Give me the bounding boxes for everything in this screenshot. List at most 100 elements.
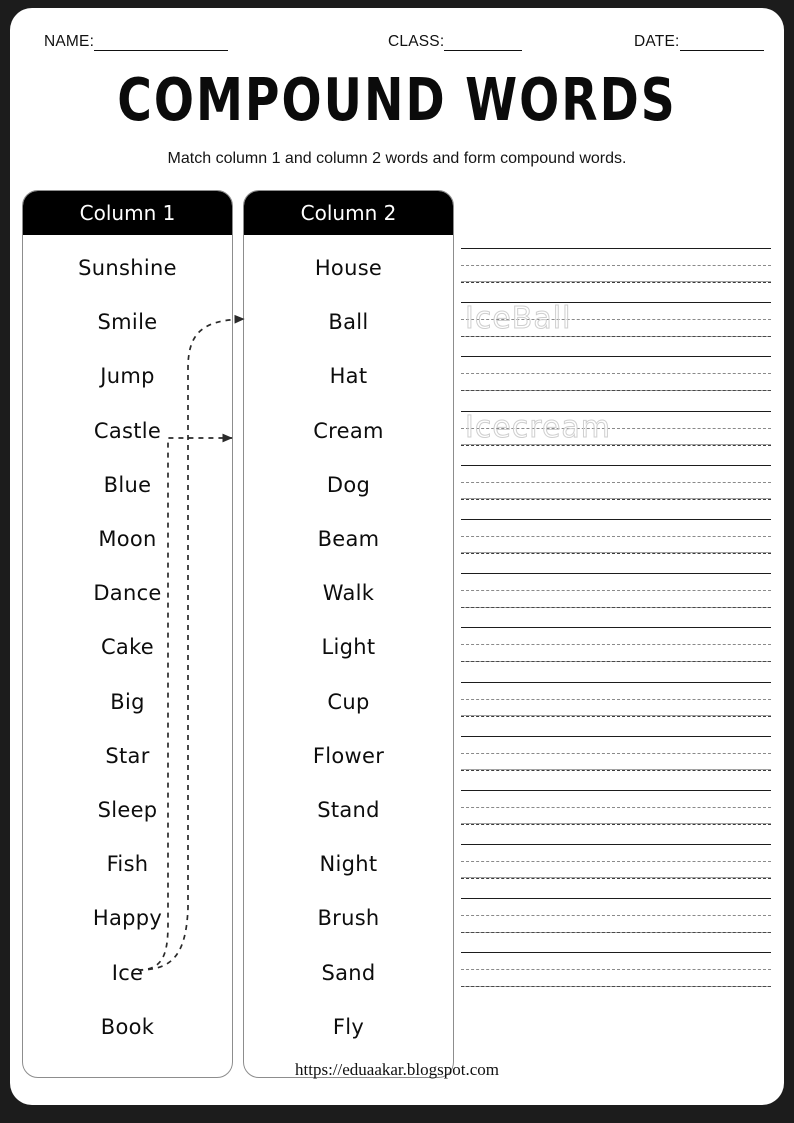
rule-bot — [461, 389, 771, 392]
rule-mid — [461, 698, 771, 700]
column-1-word[interactable]: Ice — [23, 945, 232, 999]
class-field[interactable]: CLASS: — [388, 33, 523, 51]
rule-mid — [461, 373, 771, 375]
rule-mid — [461, 644, 771, 646]
rule-top — [461, 735, 771, 737]
worksheet-frame: NAME: CLASS: DATE: COMPOUND WORDS Match … — [0, 0, 794, 1123]
column-2-word[interactable]: House — [244, 241, 453, 295]
answer-line-group[interactable]: IceBall — [461, 301, 771, 356]
answer-line-group[interactable] — [461, 789, 771, 844]
rule-top — [461, 356, 771, 358]
student-info-row: NAME: CLASS: DATE: — [32, 30, 772, 58]
rule-top — [461, 844, 771, 846]
rule-bot — [461, 985, 771, 988]
column-2-word[interactable]: Cream — [244, 404, 453, 458]
column-2-word[interactable]: Dog — [244, 458, 453, 512]
class-input-rule[interactable] — [444, 38, 523, 51]
rule-top — [461, 898, 771, 900]
column-1-word[interactable]: Fish — [23, 837, 232, 891]
rule-top — [461, 573, 771, 575]
instructions-text: Match column 1 and column 2 words and fo… — [167, 150, 627, 167]
column-1-word[interactable]: Blue — [23, 458, 232, 512]
column-1-word[interactable]: Book — [23, 1000, 232, 1054]
answer-lines-area: IceBall Icecream — [461, 248, 771, 1007]
rule-mid — [461, 806, 771, 808]
rule-bot — [461, 498, 771, 500]
column-2-word[interactable]: Ball — [244, 295, 453, 349]
column-1-word[interactable]: Dance — [23, 566, 232, 620]
rule-mid — [461, 481, 771, 483]
column-2-word[interactable]: Beam — [244, 512, 453, 566]
name-field[interactable]: NAME: — [44, 33, 229, 51]
rule-top — [461, 681, 771, 683]
rule-bot — [461, 281, 771, 283]
rule-mid — [461, 969, 771, 971]
class-label: CLASS: — [388, 33, 445, 50]
rule-bot — [461, 660, 771, 663]
answer-line-group[interactable] — [461, 464, 771, 519]
rule-top — [461, 518, 771, 520]
column-2-word[interactable]: Cup — [244, 675, 453, 729]
column-2-word[interactable]: Sand — [244, 945, 453, 999]
column-1-box: Column 1 Sunshine Smile Jump Castle Blue Moon… — [22, 190, 233, 1078]
date-field[interactable]: DATE: — [634, 33, 764, 51]
column-1-word[interactable]: Sleep — [23, 783, 232, 837]
rule-bot — [461, 931, 771, 934]
answer-line-group[interactable] — [461, 681, 771, 736]
column-1-word[interactable]: Star — [23, 729, 232, 783]
column-1-word[interactable]: Cake — [23, 620, 232, 674]
rule-bot — [461, 769, 771, 771]
date-label: DATE: — [634, 33, 680, 50]
column-2-word[interactable]: Light — [244, 620, 453, 674]
worksheet-page: NAME: CLASS: DATE: COMPOUND WORDS Match … — [10, 8, 784, 1105]
answer-line-group[interactable] — [461, 844, 771, 898]
rule-top — [461, 952, 771, 954]
column-2-word[interactable]: Night — [244, 837, 453, 891]
column-1-word[interactable]: Moon — [23, 512, 232, 566]
rule-mid — [461, 915, 771, 917]
column-1-word[interactable]: Castle — [23, 404, 232, 458]
answer-line-group[interactable] — [461, 573, 771, 627]
column-2-word[interactable]: Brush — [244, 891, 453, 945]
answer-line-group[interactable] — [461, 627, 771, 681]
rule-mid — [461, 265, 771, 266]
column-1-word-list: Sunshine Smile Jump Castle Blue Moon Dance Cake… — [23, 235, 232, 1054]
rule-top — [461, 464, 771, 466]
answer-line-group[interactable]: Icecream — [461, 409, 771, 465]
traced-answer-text: IceBall — [464, 301, 572, 337]
answer-line-group[interactable] — [461, 518, 771, 573]
rule-mid — [461, 590, 771, 592]
rule-mid — [461, 861, 771, 863]
name-input-rule[interactable] — [94, 38, 229, 51]
rule-mid — [461, 752, 771, 754]
column-2-word[interactable]: Walk — [244, 566, 453, 620]
column-1-word[interactable]: Sunshine — [23, 241, 232, 295]
rule-top — [461, 627, 771, 629]
column-1-word[interactable]: Smile — [23, 295, 232, 349]
column-1-word[interactable]: Jump — [23, 349, 232, 403]
rule-bot — [461, 606, 771, 609]
answer-line-group[interactable] — [461, 248, 771, 302]
answer-line-group[interactable] — [461, 898, 771, 952]
rule-bot — [461, 552, 771, 554]
column-2-heading: Column 2 — [244, 191, 453, 235]
name-label: NAME: — [44, 33, 95, 50]
column-2-word[interactable]: Stand — [244, 783, 453, 837]
rule-bot — [461, 823, 771, 825]
page-title: COMPOUND WORDS — [117, 65, 677, 134]
traced-answer-text: Icecream — [464, 409, 612, 445]
column-1-word[interactable]: Happy — [23, 891, 232, 945]
date-input-rule[interactable] — [679, 38, 764, 51]
column-2-word[interactable]: Fly — [244, 1000, 453, 1054]
rule-bot — [461, 877, 771, 880]
column-1-word[interactable]: Big — [23, 675, 232, 729]
answer-line-group[interactable] — [461, 735, 771, 790]
rule-bot — [461, 714, 771, 717]
rule-top — [461, 248, 771, 249]
column-2-word[interactable]: Hat — [244, 349, 453, 403]
rule-top — [461, 789, 771, 791]
footer-url[interactable]: https://eduaakar.blogspot.com — [10, 1060, 784, 1080]
column-2-word[interactable]: Flower — [244, 729, 453, 783]
answer-line-group[interactable] — [461, 356, 771, 410]
answer-line-group[interactable] — [461, 952, 771, 1006]
